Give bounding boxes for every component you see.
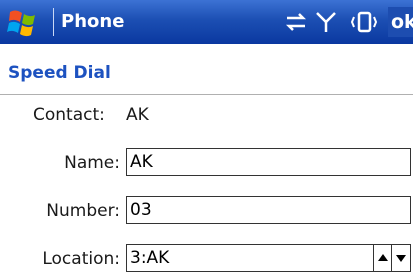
arrow-up-icon	[378, 254, 388, 261]
spin-up-button[interactable]	[373, 245, 392, 271]
title-bar: Phone ok	[0, 0, 413, 44]
name-field[interactable]: AK	[126, 148, 411, 176]
number-field[interactable]: 03	[126, 196, 411, 224]
signal-icon[interactable]	[314, 9, 338, 35]
location-spinner[interactable]: 3:AK	[126, 244, 411, 272]
connectivity-icon[interactable]	[283, 9, 309, 35]
location-label: Location:	[42, 249, 120, 269]
app-title: Phone	[61, 11, 125, 32]
arrow-down-icon	[396, 255, 406, 262]
location-value: 3:AK	[130, 248, 170, 268]
number-label: Number:	[46, 201, 120, 221]
spin-down-button[interactable]	[391, 245, 410, 271]
contact-value: AK	[126, 105, 149, 125]
title-divider	[53, 8, 54, 36]
header-divider	[0, 94, 413, 95]
vibrate-icon[interactable]	[350, 9, 378, 35]
windows-start-icon[interactable]	[6, 9, 40, 37]
page-title: Speed Dial	[8, 63, 111, 83]
contact-label: Contact:	[33, 105, 105, 125]
name-label: Name:	[64, 153, 120, 173]
ok-button[interactable]: ok	[388, 7, 413, 37]
